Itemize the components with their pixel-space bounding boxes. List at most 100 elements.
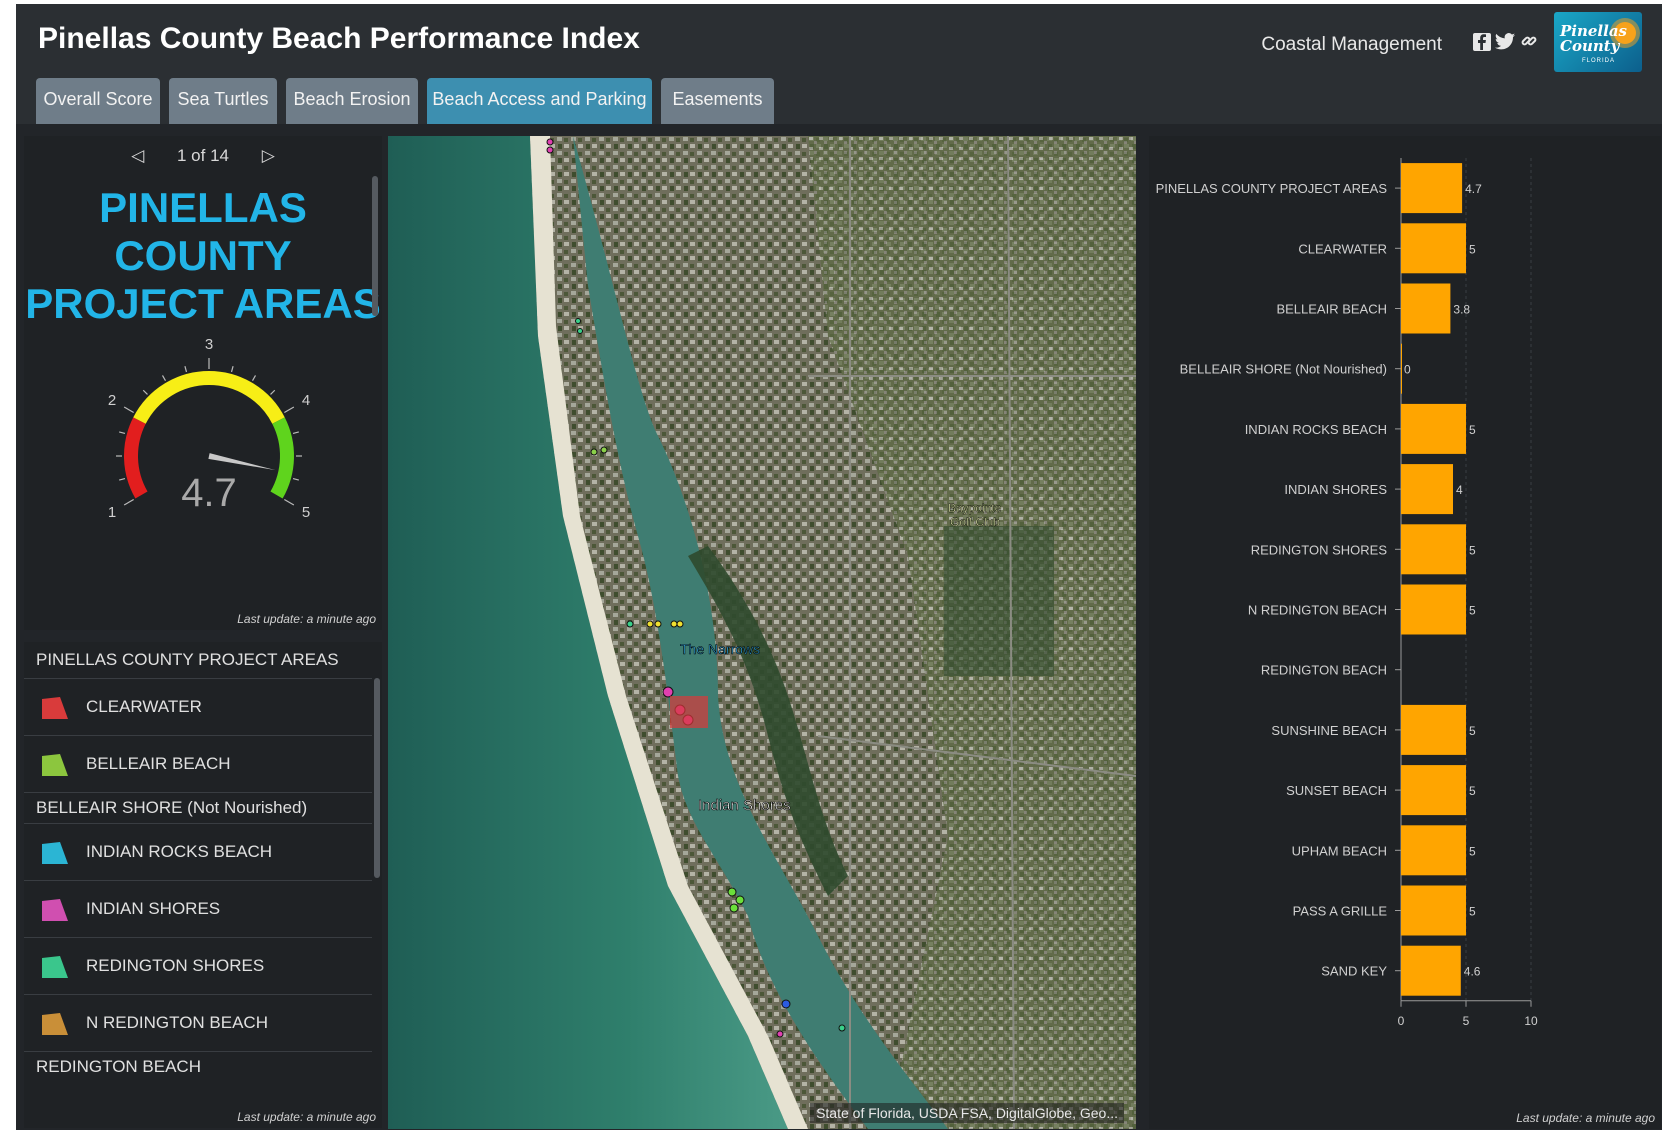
tab-easements[interactable]: Easements: [661, 78, 774, 124]
gauge-tick: [123, 498, 134, 506]
bar[interactable]: [1401, 163, 1463, 214]
category-label: CLEARWATER: [1298, 241, 1387, 256]
gauge-tick: [284, 498, 295, 506]
category-label: SUNSHINE BEACH: [1271, 723, 1387, 738]
gauge-tick: [284, 406, 295, 414]
gauge-tick: [230, 366, 234, 373]
gauge-tick: [142, 389, 148, 395]
gauge-band: [270, 417, 294, 499]
bar[interactable]: [1401, 765, 1466, 816]
bar[interactable]: [1401, 584, 1466, 635]
x-tick-label: 5: [1463, 1014, 1470, 1028]
bar-chart: 0 5 10 PINELLAS COUNTY PROJECT AREAS 4.7 CLEA…: [1156, 158, 1538, 1028]
gauge-tick-label: 5: [302, 504, 310, 521]
legend-label: INDIAN ROCKS BEACH: [86, 842, 273, 861]
scrollbar[interactable]: [374, 678, 380, 878]
value-label: 5: [1469, 423, 1476, 437]
facebook-icon[interactable]: [1472, 32, 1492, 58]
previous-arrow-icon[interactable]: ◁: [131, 146, 144, 166]
legend-item[interactable]: REDINGTON SHORES: [24, 938, 372, 995]
page-title: Pinellas County Beach Performance Index: [38, 22, 640, 55]
swatch-icon: [42, 754, 68, 776]
legend-item[interactable]: N REDINGTON BEACH: [24, 995, 372, 1052]
logo-sub: FLORIDA: [1582, 58, 1616, 64]
x-tick-label: 0: [1398, 1014, 1405, 1028]
gauge-tick: [119, 431, 126, 435]
bar[interactable]: [1401, 945, 1461, 996]
value-label: 4: [1456, 483, 1463, 497]
legend-label: N REDINGTON BEACH: [86, 1013, 268, 1032]
category-label: REDINGTON BEACH: [1261, 663, 1387, 678]
bar[interactable]: [1401, 524, 1466, 575]
bar[interactable]: [1401, 223, 1466, 274]
category-label: PINELLAS COUNTY PROJECT AREAS: [1156, 181, 1388, 196]
category-label: BELLEAIR BEACH: [1276, 302, 1387, 317]
org-link[interactable]: Coastal Management: [1261, 34, 1442, 56]
gauge-value: 4.7: [181, 471, 237, 515]
bar[interactable]: [1401, 704, 1466, 755]
value-label: 0: [1404, 363, 1411, 377]
bar[interactable]: [1401, 464, 1453, 515]
legend-item[interactable]: BELLEAIR BEACH: [24, 736, 372, 793]
category-label: REDINGTON SHORES: [1251, 542, 1388, 557]
category-label: SAND KEY: [1321, 964, 1387, 979]
gauge-tick: [251, 375, 257, 381]
legend-item[interactable]: INDIAN SHORES: [24, 881, 372, 938]
legend-panel: PINELLAS COUNTY PROJECT AREAS CLEARWATER…: [24, 642, 382, 1128]
indicator-title: PINELLAS COUNTY PROJECT AREAS: [24, 184, 382, 328]
map-view[interactable]: The Narrows Indian Shores Baypointe Golf …: [388, 136, 1136, 1129]
legend-item[interactable]: CLEARWATER: [24, 679, 372, 736]
map-attribution: State of Florida, USDA FSA, DigitalGlobe…: [810, 1103, 1124, 1123]
gauge-tick-label: 3: [205, 336, 213, 353]
legend-label: CLEARWATER: [86, 697, 202, 716]
bar[interactable]: [1401, 885, 1466, 936]
gauge-tick: [161, 375, 167, 381]
swatch-icon: [42, 697, 68, 719]
swatch-icon: [42, 1013, 68, 1035]
tab-overall-score[interactable]: Overall Score: [36, 78, 160, 124]
bar[interactable]: [1401, 283, 1451, 334]
indicator-title-line: PINELLAS: [99, 184, 307, 231]
indicator-panel: ◁ 1 of 14 ▷ PINELLAS COUNTY PROJECT AREA…: [24, 136, 382, 630]
value-label: 5: [1469, 604, 1476, 618]
county-logo[interactable]: Pinellas County FLORIDA: [1554, 12, 1642, 72]
tab-beach-erosion[interactable]: Beach Erosion: [286, 78, 418, 124]
gauge-tick: [123, 406, 134, 414]
bar[interactable]: [1401, 825, 1466, 876]
category-label: SUNSET BEACH: [1286, 783, 1387, 798]
x-tick-label: 10: [1524, 1014, 1538, 1028]
value-label: 3.8: [1453, 303, 1470, 317]
legend-label: BELLEAIR SHORE (Not Nourished): [36, 798, 308, 817]
indicator-title-line: PROJECT AREAS: [25, 280, 381, 327]
legend-header: PINELLAS COUNTY PROJECT AREAS: [36, 650, 339, 669]
logo-line2: County: [1560, 37, 1620, 55]
legend-label: REDINGTON BEACH: [36, 1057, 201, 1076]
category-label: INDIAN ROCKS BEACH: [1245, 422, 1387, 437]
category-label: BELLEAIR SHORE (Not Nourished): [1180, 362, 1387, 377]
category-label: INDIAN SHORES: [1284, 482, 1387, 497]
legend-item[interactable]: INDIAN ROCKS BEACH: [24, 824, 372, 881]
gauge-tick: [292, 477, 299, 481]
scrollbar[interactable]: [372, 176, 378, 316]
bar[interactable]: [1401, 343, 1402, 394]
value-label: 4.7: [1465, 182, 1482, 196]
bar[interactable]: [1401, 403, 1466, 454]
gauge-needle: [208, 453, 276, 471]
next-arrow-icon[interactable]: ▷: [262, 146, 275, 166]
legend-group-header: REDINGTON BEACH: [24, 1052, 372, 1082]
gauge-tick: [119, 477, 126, 481]
value-label: 5: [1469, 844, 1476, 858]
value-label: 4.6: [1464, 965, 1481, 979]
satellite-map[interactable]: The Narrows Indian Shores Baypointe Golf …: [388, 136, 1136, 1129]
indicator-title-line: COUNTY: [114, 232, 292, 279]
link-icon[interactable]: [1520, 32, 1538, 56]
legend-label: BELLEAIR BEACH: [86, 754, 231, 773]
tab-beach-access-parking[interactable]: Beach Access and Parking: [427, 78, 652, 124]
score-gauge: 1 2 3 4 5 4.7: [108, 336, 310, 521]
tab-sea-turtles[interactable]: Sea Turtles: [169, 78, 277, 124]
map-label-narrows: The Narrows: [680, 641, 760, 657]
last-update: Last update: a minute ago: [1516, 1111, 1655, 1125]
legend-label: INDIAN SHORES: [86, 899, 221, 918]
twitter-icon[interactable]: [1494, 32, 1516, 58]
value-label: 5: [1469, 784, 1476, 798]
